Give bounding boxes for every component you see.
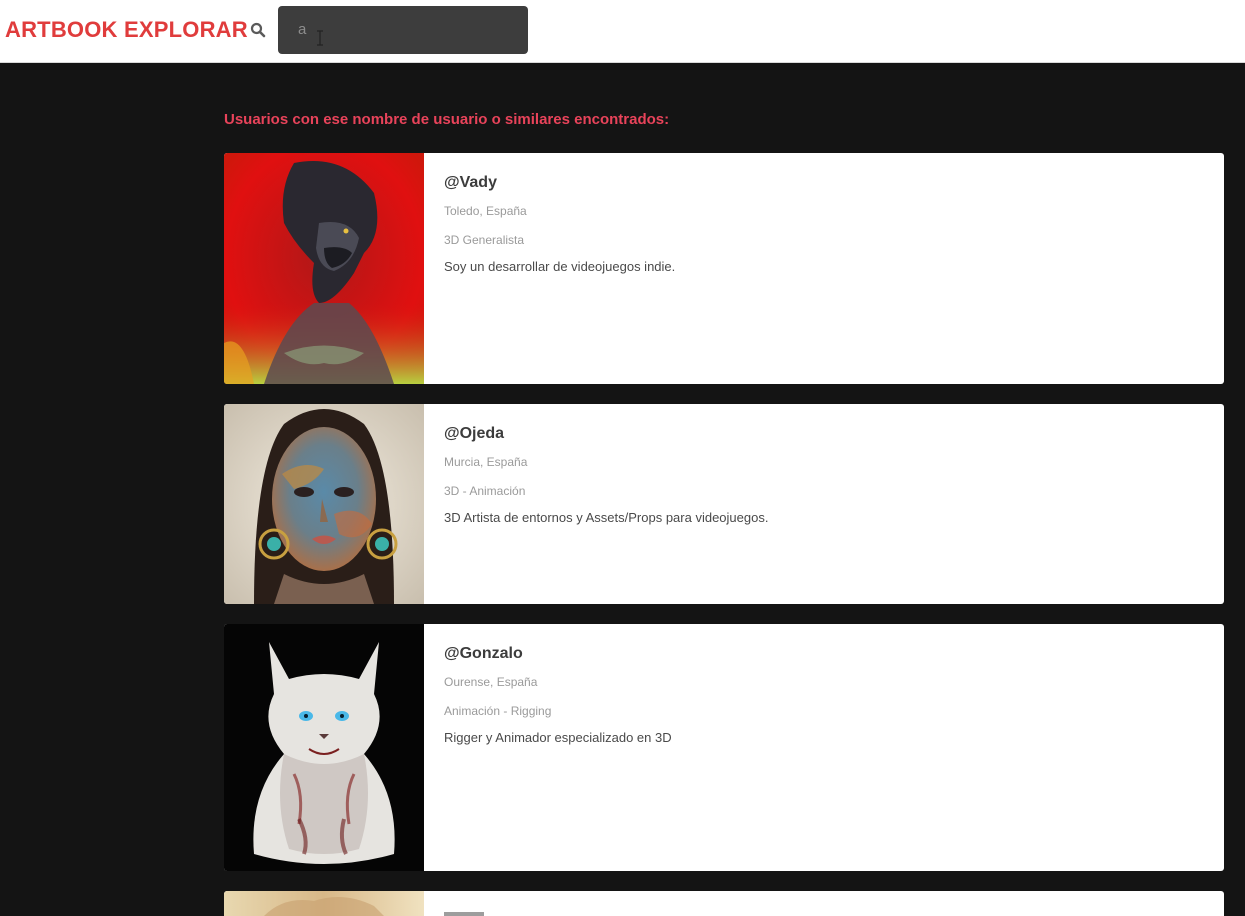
user-location: Toledo, España bbox=[444, 204, 527, 218]
user-card[interactable]: @Vady Toledo, España 3D Generalista Soy … bbox=[224, 153, 1224, 384]
user-location: Ourense, España bbox=[444, 675, 538, 689]
user-card[interactable] bbox=[224, 891, 1224, 916]
user-bio: Rigger y Animador especializado en 3D bbox=[444, 730, 672, 745]
user-artwork-thumbnail[interactable] bbox=[224, 624, 424, 871]
user-bio: Soy un desarrollar de videojuegos indie. bbox=[444, 259, 676, 274]
user-card[interactable]: @Ojeda Murcia, España 3D - Animación 3D … bbox=[224, 404, 1224, 604]
username-link[interactable]: @Ojeda bbox=[444, 425, 504, 443]
user-artwork-thumbnail[interactable] bbox=[224, 153, 424, 384]
explore-link[interactable]: EXPLORAR bbox=[124, 17, 248, 43]
username-link[interactable]: @Gonzalo bbox=[444, 645, 523, 663]
username-link-partial[interactable] bbox=[444, 912, 484, 916]
username-link[interactable]: @Vady bbox=[444, 174, 497, 192]
user-specialty: Animación - Rigging bbox=[444, 704, 552, 718]
user-artwork-thumbnail[interactable] bbox=[224, 891, 424, 916]
user-card[interactable]: @Gonzalo Ourense, España Animación - Rig… bbox=[224, 624, 1224, 871]
text-cursor-icon bbox=[317, 30, 323, 46]
top-navbar: ARTBOOK EXPLORAR a bbox=[0, 0, 1245, 63]
results-heading: Usuarios con ese nombre de usuario o sim… bbox=[224, 111, 670, 128]
user-bio: 3D Artista de entornos y Assets/Props pa… bbox=[444, 510, 769, 525]
user-specialty: 3D Generalista bbox=[444, 233, 525, 247]
brand-logo-link[interactable]: ARTBOOK bbox=[5, 17, 118, 43]
user-specialty: 3D - Animación bbox=[444, 484, 526, 498]
user-artwork-thumbnail[interactable] bbox=[224, 404, 424, 604]
user-location: Murcia, España bbox=[444, 455, 528, 469]
search-icon[interactable] bbox=[250, 22, 266, 38]
